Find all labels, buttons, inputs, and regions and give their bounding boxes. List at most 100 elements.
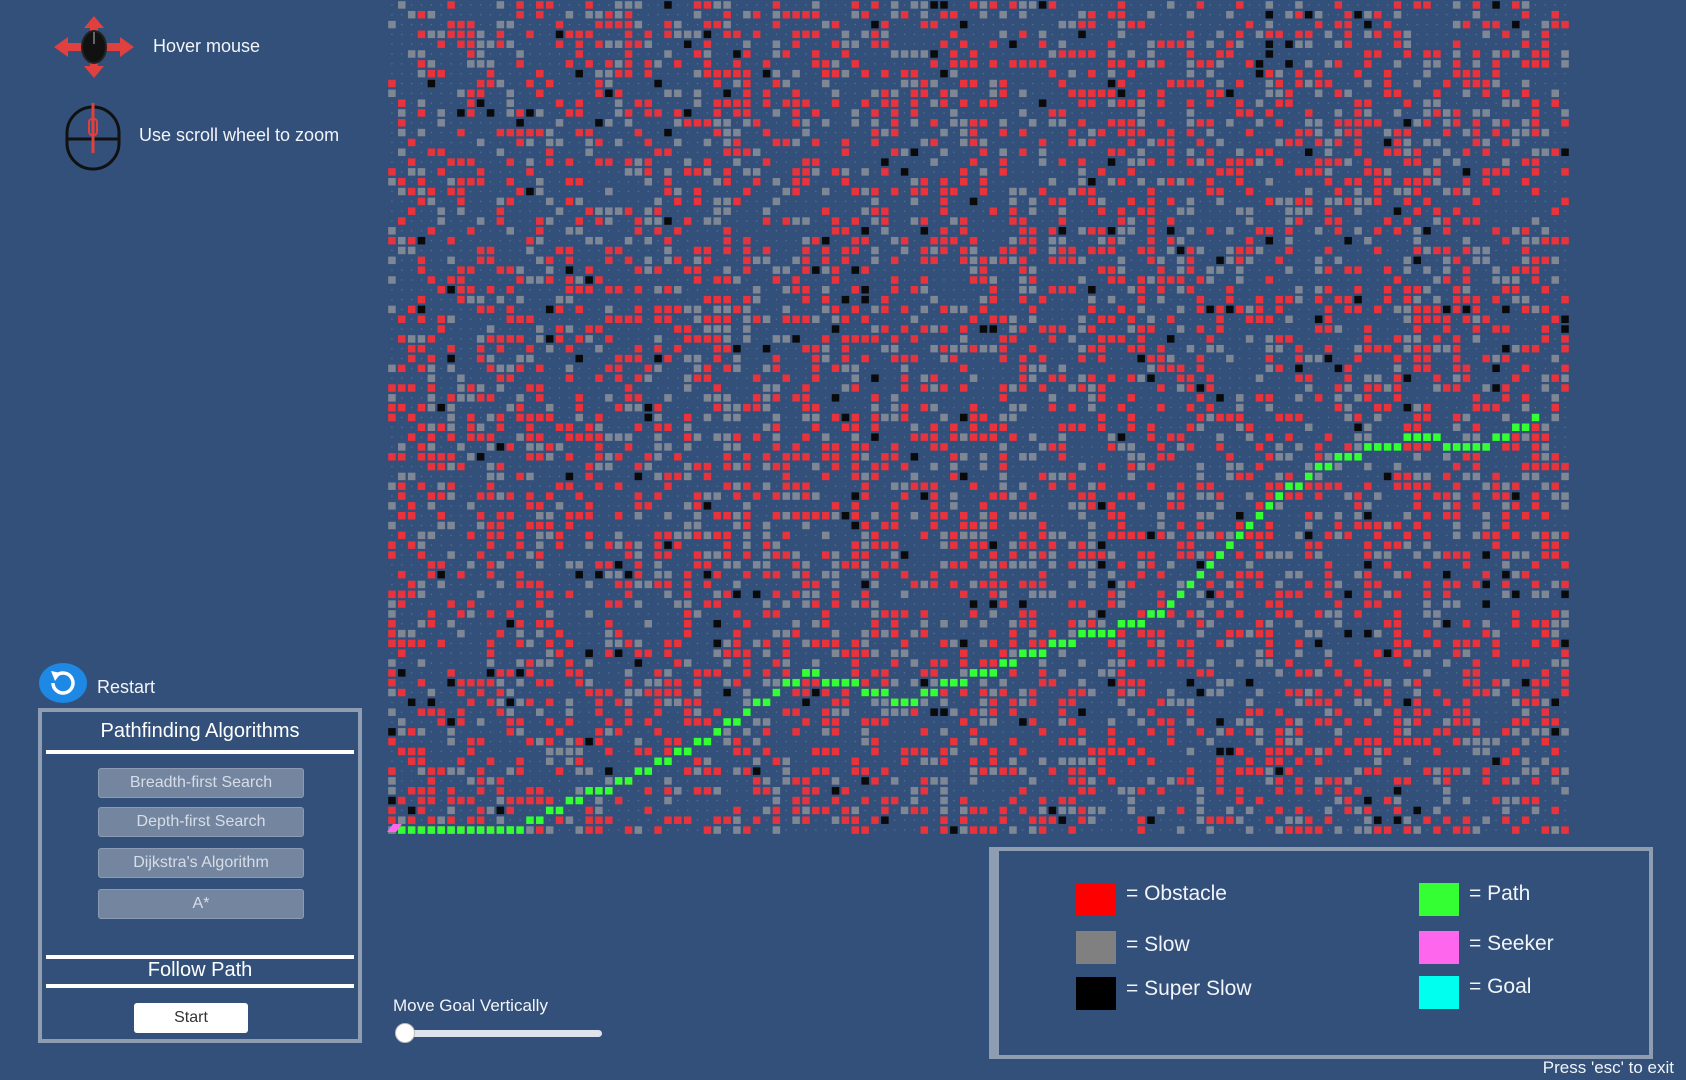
- astar-button[interactable]: A*: [98, 889, 304, 919]
- goal-swatch: [1419, 976, 1459, 1009]
- path-cell: [1413, 433, 1421, 441]
- path-cell: [545, 806, 554, 815]
- path-cell: [1038, 649, 1047, 657]
- path-cell: [989, 669, 998, 677]
- obstacle-legend-label: = Obstacle: [1126, 882, 1227, 905]
- path-cell: [1383, 443, 1392, 451]
- path-cell: [1196, 570, 1205, 579]
- path-cell: [1364, 443, 1372, 451]
- path-cell: [644, 767, 653, 775]
- path-cell: [1482, 443, 1490, 451]
- slow-swatch: [1076, 931, 1116, 964]
- goal-vertical-slider[interactable]: [395, 1023, 602, 1043]
- path-cell: [1058, 639, 1067, 648]
- path-cell: [1531, 413, 1540, 422]
- path-cell: [634, 767, 643, 775]
- path-cell: [1186, 580, 1195, 589]
- path-cell: [940, 678, 948, 687]
- path-cell: [614, 777, 623, 785]
- path-cell: [1295, 482, 1303, 490]
- path-cell: [1472, 443, 1481, 451]
- path-cell: [654, 757, 662, 765]
- path-cell: [674, 747, 682, 756]
- path-cell: [782, 678, 791, 687]
- restart-label: Restart: [97, 677, 156, 697]
- super-slow-legend-label: = Super Slow: [1126, 977, 1252, 1000]
- path-cell: [821, 678, 830, 687]
- path-cell: [802, 669, 810, 677]
- path-cell: [1521, 423, 1530, 432]
- path-cell: [407, 826, 416, 834]
- path-cell: [762, 698, 771, 707]
- path-cell: [930, 688, 938, 697]
- path-cell: [1324, 462, 1333, 471]
- path-cell: [1236, 531, 1244, 540]
- path-cell: [1019, 649, 1027, 657]
- path-cell: [1265, 502, 1274, 510]
- path-cell: [1147, 610, 1155, 618]
- path-cell: [1502, 433, 1510, 441]
- path-cell: [683, 747, 692, 756]
- path-cell: [831, 678, 840, 687]
- path-cell: [565, 796, 574, 805]
- path-cell: [1098, 629, 1106, 638]
- path-cell: [1028, 649, 1037, 657]
- path-cell: [1433, 433, 1441, 441]
- path-cell: [516, 826, 524, 834]
- path-cell: [496, 826, 505, 834]
- start-button[interactable]: Start: [134, 1003, 248, 1033]
- path-cell: [1088, 629, 1096, 638]
- path-cell: [536, 816, 544, 824]
- path-cell: [812, 669, 820, 677]
- path-cell: [1166, 600, 1175, 608]
- path-cell: [920, 688, 929, 697]
- path-cell: [890, 698, 899, 707]
- path-cell: [427, 826, 436, 834]
- path-cell: [447, 826, 455, 834]
- path-cell: [526, 816, 534, 824]
- path-cell: [1512, 423, 1520, 432]
- seeker-swatch: [1419, 931, 1459, 964]
- path-cell: [1423, 433, 1431, 441]
- dijkstra-button[interactable]: Dijkstra's Algorithm: [98, 848, 304, 878]
- path-cell: [910, 698, 919, 707]
- path-cell: [1157, 610, 1165, 618]
- pathfinding-grid[interactable]: [387, 0, 1570, 835]
- path-cell: [1344, 453, 1352, 461]
- path-cell: [1275, 492, 1283, 500]
- path-cell: [1127, 619, 1136, 628]
- path-cell: [743, 708, 751, 716]
- path-cell: [585, 787, 593, 795]
- seeker-legend-label: = Seeker: [1469, 932, 1554, 955]
- mouse-scroll-icon: [63, 103, 123, 173]
- path-cell: [1403, 433, 1412, 441]
- path-cell: [1442, 443, 1451, 451]
- path-cell: [703, 737, 712, 746]
- path-cell: [624, 777, 633, 785]
- path-cell: [969, 669, 978, 677]
- path-swatch: [1419, 883, 1459, 916]
- path-cell: [437, 826, 445, 834]
- path-cell: [1226, 541, 1234, 549]
- path-cell: [555, 806, 564, 815]
- mouse-move-arrows-icon: [52, 14, 136, 80]
- path-cell: [1462, 443, 1471, 451]
- hover-hint-label: Hover mouse: [153, 36, 261, 56]
- dfs-button[interactable]: Depth-first Search: [98, 807, 304, 837]
- path-cell: [1117, 619, 1126, 628]
- path-cell: [959, 678, 968, 687]
- path-cell: [1206, 561, 1214, 569]
- path-cell: [467, 826, 475, 834]
- bfs-button[interactable]: Breadth-first Search: [98, 768, 304, 798]
- path-cell: [1176, 590, 1185, 599]
- panel-divider: [46, 750, 354, 754]
- path-cell: [851, 678, 859, 687]
- path-cell: [1452, 443, 1461, 451]
- path-cell: [950, 678, 958, 687]
- slider-handle[interactable]: [395, 1023, 415, 1043]
- restart-button[interactable]: Restart: [38, 662, 178, 704]
- path-cell: [486, 826, 495, 834]
- path-cell: [723, 718, 731, 726]
- path-cell: [1304, 472, 1313, 481]
- path-cell: [772, 688, 781, 697]
